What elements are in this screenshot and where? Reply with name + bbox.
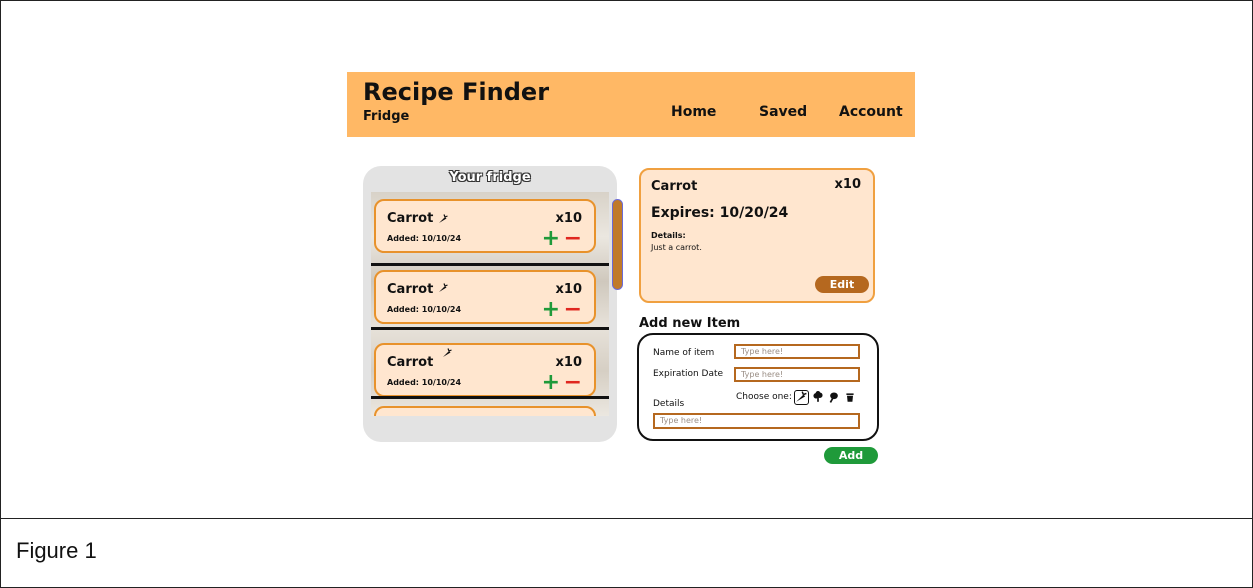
drink-icon bbox=[846, 393, 854, 402]
fridge-item-card[interactable]: Carrot x10 Added: 10/10/24 + − bbox=[374, 343, 596, 397]
item-name: Carrot bbox=[387, 211, 434, 226]
shelf-divider bbox=[371, 263, 609, 266]
item-quantity: x10 bbox=[555, 355, 582, 370]
fridge-item-list[interactable]: Carrot x10 Added: 10/10/24 + − Carrot x1… bbox=[371, 192, 609, 416]
nav-account[interactable]: Account bbox=[839, 104, 903, 120]
add-button[interactable]: Add bbox=[824, 447, 878, 464]
fridge-item-card[interactable]: Carrot x10 Added: 10/10/24 + − bbox=[374, 270, 596, 324]
item-added-date: Added: 10/10/24 bbox=[387, 378, 462, 387]
fridge-panel: Your fridge Carrot x10 Added: 10/10/24 +… bbox=[363, 166, 617, 442]
name-of-item-input[interactable]: Type here! bbox=[734, 344, 860, 359]
choose-one-label: Choose one: bbox=[736, 392, 792, 402]
add-item-form: Name of item Type here! Expiration Date … bbox=[637, 333, 879, 441]
choice-drink[interactable] bbox=[844, 390, 859, 405]
shelf-divider bbox=[371, 396, 609, 399]
fridge-scrollbar[interactable] bbox=[612, 199, 623, 290]
item-added-date: Added: 10/10/24 bbox=[387, 234, 462, 243]
expiration-date-label: Expiration Date bbox=[653, 369, 724, 379]
choice-broccoli[interactable] bbox=[812, 390, 827, 405]
app-header: Recipe Finder Fridge Home Saved Account bbox=[347, 72, 915, 137]
decrease-button[interactable]: − bbox=[564, 228, 582, 250]
expiration-date-input[interactable]: Type here! bbox=[734, 367, 860, 382]
fridge-item-card-partial[interactable] bbox=[374, 406, 596, 416]
item-added-date: Added: 10/10/24 bbox=[387, 305, 462, 314]
meat-icon bbox=[829, 392, 838, 403]
shelf-divider bbox=[371, 327, 609, 330]
fridge-item-card[interactable]: Carrot x10 Added: 10/10/24 + − bbox=[374, 199, 596, 253]
item-quantity: x10 bbox=[555, 211, 582, 226]
item-quantity: x10 bbox=[555, 282, 582, 297]
detail-expiration: Expires: 10/20/24 bbox=[651, 205, 789, 221]
caption-divider bbox=[0, 518, 1253, 519]
broccoli-icon bbox=[813, 391, 823, 402]
details-input[interactable]: Type here! bbox=[653, 413, 860, 429]
nav-saved[interactable]: Saved bbox=[759, 104, 807, 120]
detail-details-label: Details: bbox=[651, 231, 686, 240]
item-detail-card: Carrot x10 Expires: 10/20/24 Details: Ju… bbox=[639, 168, 875, 303]
carrot-icon bbox=[796, 391, 807, 402]
increase-button[interactable]: + bbox=[542, 228, 560, 250]
detail-item-name: Carrot bbox=[651, 179, 698, 194]
item-name: Carrot bbox=[387, 282, 434, 297]
add-item-title: Add new Item bbox=[639, 316, 741, 331]
choice-carrot[interactable] bbox=[794, 390, 809, 405]
choice-meat[interactable] bbox=[828, 390, 843, 405]
carrot-icon bbox=[439, 214, 448, 223]
decrease-button[interactable]: − bbox=[564, 372, 582, 394]
carrot-icon bbox=[443, 348, 452, 357]
increase-button[interactable]: + bbox=[542, 299, 560, 321]
details-label: Details bbox=[653, 399, 685, 409]
item-name: Carrot bbox=[387, 355, 434, 370]
figure-caption: Figure 1 bbox=[16, 538, 97, 563]
detail-details-text: Just a carrot. bbox=[651, 243, 702, 252]
edit-button[interactable]: Edit bbox=[815, 276, 869, 293]
app-title: Recipe Finder bbox=[363, 78, 550, 106]
increase-button[interactable]: + bbox=[542, 372, 560, 394]
fridge-title: Your fridge bbox=[449, 170, 531, 185]
nav-home[interactable]: Home bbox=[671, 104, 716, 120]
detail-item-quantity: x10 bbox=[834, 177, 861, 192]
carrot-icon bbox=[439, 283, 448, 292]
page-subtitle: Fridge bbox=[363, 109, 410, 124]
decrease-button[interactable]: − bbox=[564, 299, 582, 321]
name-of-item-label: Name of item bbox=[653, 348, 715, 358]
